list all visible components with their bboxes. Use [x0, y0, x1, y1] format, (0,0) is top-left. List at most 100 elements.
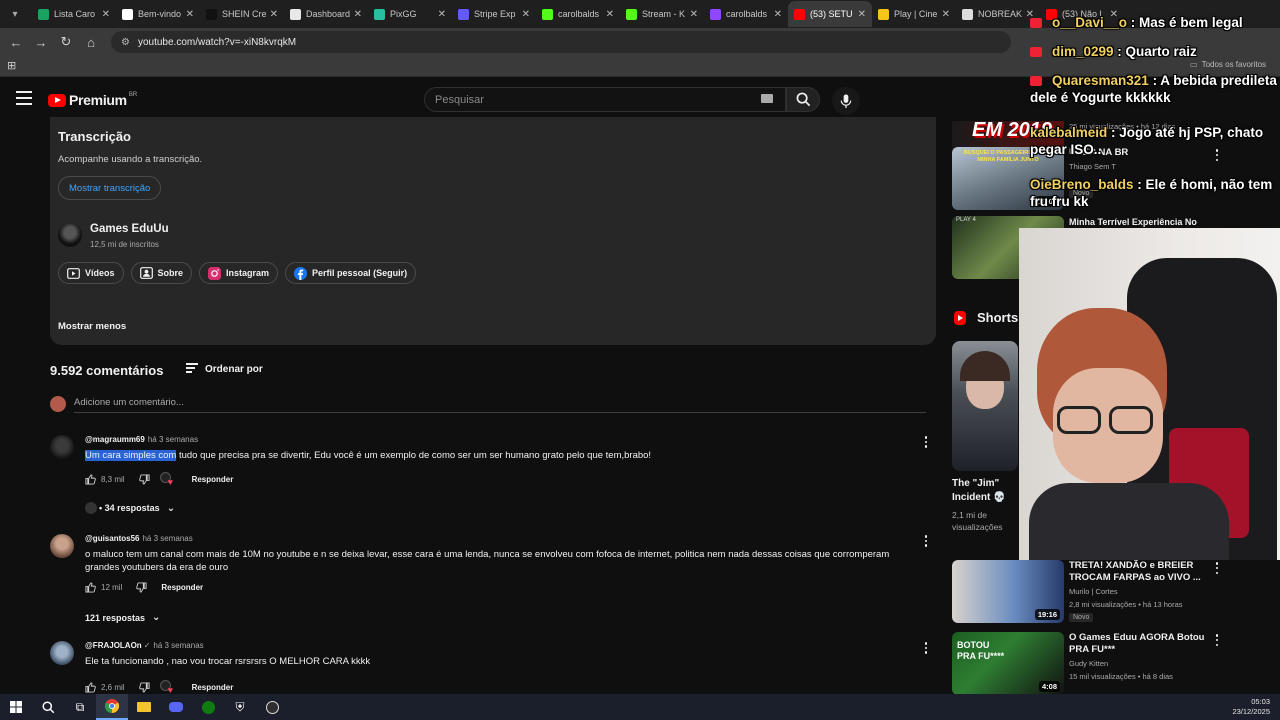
comment-avatar[interactable] [50, 435, 74, 459]
tab-search-icon[interactable]: ▾ [6, 5, 24, 23]
apps-grid-icon[interactable]: ⊞ [7, 60, 19, 72]
close-tab-icon[interactable]: ✕ [102, 9, 110, 20]
comments-count: 9.592 comentários [50, 363, 164, 378]
browser-tab[interactable]: NOBREAK ✕ [956, 1, 1040, 27]
related-video[interactable]: 19:16 TRETA! XANDÃO e BREIER TROCAM FARP… [952, 560, 1280, 636]
task-view-icon: ⧉ [75, 699, 85, 714]
close-tab-icon[interactable]: ✕ [606, 9, 614, 20]
reply-button[interactable]: Responder [192, 683, 234, 692]
close-tab-icon[interactable]: ✕ [858, 9, 866, 20]
browser-tab[interactable]: Stripe Exp ✕ [452, 1, 536, 27]
xbox-button[interactable] [192, 694, 224, 720]
close-tab-icon[interactable]: ✕ [774, 9, 782, 20]
voice-search-button[interactable] [832, 87, 860, 115]
facebook-link[interactable]: Perfil pessoal (Seguir) [285, 262, 417, 284]
comment-author[interactable]: @FRAJOLAOn [85, 641, 142, 650]
show-transcript-button[interactable]: Mostrar transcrição [58, 176, 162, 200]
keyboard-icon[interactable] [761, 94, 773, 103]
close-tab-icon[interactable]: ✕ [942, 9, 950, 20]
reply-button[interactable]: Responder [161, 583, 203, 592]
tab-label: (53) SETU [810, 9, 853, 19]
video-channel[interactable]: Gudy Kitten [1069, 659, 1108, 668]
home-icon[interactable]: ⌂ [79, 30, 103, 54]
dislike-icon[interactable] [136, 582, 147, 593]
close-tab-icon[interactable]: ✕ [270, 9, 278, 20]
browser-tab[interactable]: carolbalds ✕ [536, 1, 620, 27]
short-thumbnail[interactable] [952, 341, 1018, 471]
view-replies-button[interactable]: 121 respostas ⌄ [85, 612, 160, 623]
view-replies-button[interactable]: • 34 respostas ⌄ [85, 502, 175, 514]
url-text[interactable]: youtube.com/watch?v=-xiN8kvrqkM [138, 37, 296, 48]
tab-label: Play | Cine [894, 9, 938, 19]
close-tab-icon[interactable]: ✕ [690, 9, 698, 20]
dislike-icon[interactable] [138, 681, 150, 693]
comment-author[interactable]: @guisantos56 [85, 534, 139, 543]
video-more-icon[interactable] [1214, 562, 1220, 574]
creator-avatar [85, 502, 97, 514]
browser-tab[interactable]: Dashboard ✕ [284, 1, 368, 27]
like-icon[interactable] [85, 681, 96, 693]
search-button[interactable] [786, 87, 820, 112]
obs-button[interactable] [256, 694, 288, 720]
start-button[interactable] [0, 694, 32, 720]
video-thumbnail[interactable]: BOTOU PRA FU**** 4:08 [952, 632, 1064, 694]
all-favorites-button[interactable]: ▭ Todos os favoritos [1190, 60, 1266, 69]
discord-button[interactable] [160, 694, 192, 720]
task-view-button[interactable]: ⧉ [64, 694, 96, 720]
reply-button[interactable]: Responder [192, 475, 234, 484]
show-less-button[interactable]: Mostrar menos [58, 321, 126, 332]
browser-tab[interactable]: (53) SETU ✕ [788, 1, 872, 27]
close-tab-icon[interactable]: ✕ [186, 9, 194, 20]
video-channel[interactable]: Murilo | Cortes [1069, 587, 1118, 596]
channel-name[interactable]: Games EduUu [90, 223, 169, 235]
video-thumbnail[interactable]: 19:16 [952, 560, 1064, 623]
comment-avatar[interactable] [50, 534, 74, 558]
comment-more-icon[interactable] [922, 435, 930, 449]
browser-tab[interactable]: carolbalds ✕ [704, 1, 788, 27]
system-clock[interactable]: 05:03 23/12/2025 [1232, 697, 1270, 717]
related-video[interactable]: BOTOU PRA FU**** 4:08 O Games Eduu AGORA… [952, 632, 1280, 694]
comment-more-icon[interactable] [922, 641, 930, 655]
short-title[interactable]: The "Jim" Incident 💀 [952, 477, 1018, 505]
close-tab-icon[interactable]: ✕ [438, 9, 446, 20]
chrome-taskbar-button[interactable] [96, 694, 128, 720]
shield-app-button[interactable]: ⛨ [224, 694, 256, 720]
address-bar[interactable]: ⚙ youtube.com/watch?v=-xiN8kvrqkM [111, 31, 1011, 53]
search-taskbar-button[interactable] [32, 694, 64, 720]
menu-icon[interactable] [16, 91, 32, 105]
about-link[interactable]: Sobre [130, 262, 193, 284]
file-explorer-button[interactable] [128, 694, 160, 720]
comment-time[interactable]: há 3 semanas [142, 534, 192, 543]
reload-icon[interactable]: ↻ [54, 30, 78, 54]
close-tab-icon[interactable]: ✕ [522, 9, 530, 20]
browser-tab[interactable]: Bem-vindo ✕ [116, 1, 200, 27]
browser-tab[interactable]: Stream - K ✕ [620, 1, 704, 27]
site-info-icon[interactable]: ⚙ [121, 37, 130, 48]
like-icon[interactable] [85, 582, 96, 593]
video-channel[interactable]: Thiago Sem T [1069, 162, 1116, 171]
comment-time[interactable]: há 3 semanas [153, 641, 203, 650]
dislike-icon[interactable] [138, 473, 150, 485]
like-icon[interactable] [85, 473, 96, 485]
videos-link[interactable]: Vídeos [58, 262, 124, 284]
back-icon[interactable]: ← [4, 30, 28, 54]
forward-icon[interactable]: → [29, 30, 53, 54]
add-comment-input[interactable]: Adicione um comentário... [74, 397, 184, 408]
browser-tab[interactable]: Lista Caro ✕ [32, 1, 116, 27]
comment-avatar[interactable] [50, 641, 74, 665]
comment-author[interactable]: @magraumm69 [85, 435, 145, 444]
search-input[interactable]: Pesquisar [424, 87, 786, 112]
video-more-icon[interactable] [1214, 634, 1220, 646]
sort-by-button[interactable]: Ordenar por [186, 363, 263, 375]
youtube-logo[interactable]: Premium BR [48, 92, 137, 108]
browser-tab[interactable]: PixGG ✕ [368, 1, 452, 27]
comment-more-icon[interactable] [922, 534, 930, 548]
comment-actions: 2,6 mil ♥ Responder [85, 680, 234, 695]
browser-tab[interactable]: SHEIN Cre ✕ [200, 1, 284, 27]
close-tab-icon[interactable]: ✕ [354, 9, 362, 20]
comment-time[interactable]: há 3 semanas [148, 435, 198, 444]
browser-tab[interactable]: Play | Cine ✕ [872, 1, 956, 27]
channel-avatar[interactable] [58, 223, 82, 247]
instagram-link[interactable]: Instagram [199, 262, 279, 284]
short-views: 2,1 mi de visualizações [952, 510, 1003, 532]
